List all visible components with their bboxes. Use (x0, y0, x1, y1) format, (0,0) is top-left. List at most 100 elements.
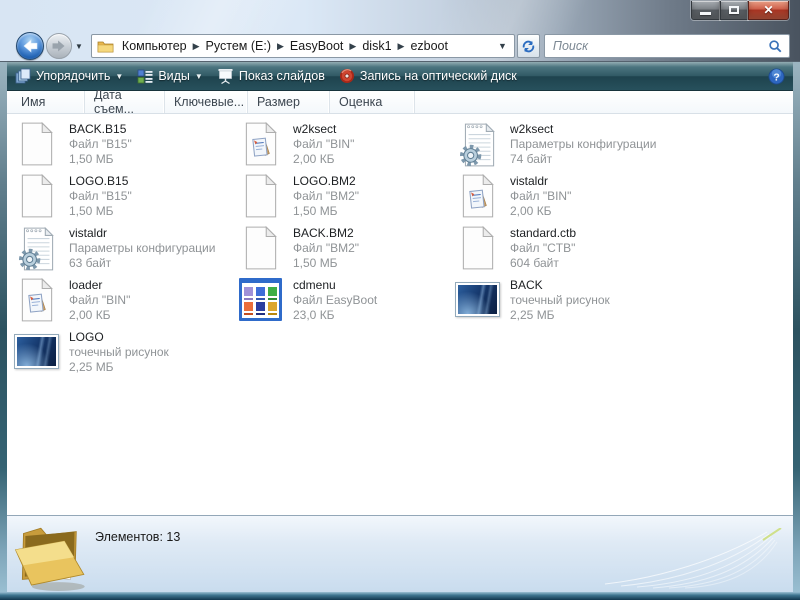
client-area: Упорядочить ▼ Виды ▼ (7, 62, 793, 592)
search-icon[interactable] (768, 39, 783, 54)
file-item[interactable]: w2ksect Параметры конфигурации 74 байт (455, 120, 789, 172)
blank-file-icon (14, 120, 60, 168)
bitmap-thumbnail-icon (455, 276, 501, 324)
help-button[interactable]: ? (768, 68, 785, 85)
file-size: 74 байт (510, 152, 656, 167)
file-size: 2,25 МБ (69, 360, 169, 375)
file-type: Параметры конфигурации (510, 137, 656, 152)
current-folder-icon (9, 514, 97, 594)
breadcrumb-arrow-icon[interactable]: ▶ (397, 41, 406, 52)
file-name: loader (69, 278, 130, 293)
address-breadcrumb-bar[interactable]: Компьютер▶Рустем (E:)▶EasyBoot▶disk1▶ezb… (91, 34, 515, 58)
breadcrumb-arrow-icon[interactable]: ▶ (192, 41, 201, 52)
command-toolbar: Упорядочить ▼ Виды ▼ (7, 62, 793, 91)
close-button[interactable]: ✕ (748, 1, 789, 20)
maximize-button[interactable] (720, 1, 748, 20)
file-name: w2ksect (510, 122, 656, 137)
search-input[interactable] (551, 38, 768, 54)
minimize-button[interactable] (691, 1, 720, 20)
file-item[interactable]: loader Файл "BIN" 2,00 КБ (14, 276, 238, 328)
file-name: standard.ctb (510, 226, 576, 241)
file-list-area[interactable]: BACK.B15 Файл "B15" 1,50 МБ w2ksect Файл… (7, 114, 793, 515)
file-type: точечный рисунок (69, 345, 169, 360)
folder-icon (97, 39, 114, 53)
file-item[interactable]: LOGO.B15 Файл "B15" 1,50 МБ (14, 172, 238, 224)
column-header[interactable]: Имя (7, 91, 85, 113)
file-size: 1,50 МБ (293, 204, 359, 219)
breadcrumb-arrow-icon[interactable]: ▶ (276, 41, 285, 52)
file-item[interactable]: LOGO.BM2 Файл "BM2" 1,50 МБ (238, 172, 455, 224)
file-size: 1,50 МБ (69, 204, 132, 219)
file-type: Файл "B15" (69, 189, 132, 204)
views-dropdown-icon: ▼ (195, 72, 203, 81)
easyboot-file-icon (238, 276, 284, 324)
column-header[interactable]: Оценка (330, 91, 415, 113)
config-file-icon (14, 224, 60, 272)
file-item[interactable]: vistaldr Файл "BIN" 2,00 КБ (455, 172, 789, 224)
breadcrumb: Компьютер▶Рустем (E:)▶EasyBoot▶disk1▶ezb… (117, 37, 453, 55)
details-pane: Элементов: 13 (7, 515, 793, 592)
blank-file-icon (14, 172, 60, 220)
burn-disc-button[interactable]: Запись на оптический диск (339, 68, 517, 84)
file-name: BACK.BM2 (293, 226, 359, 241)
column-header-row: ИмяДата съем...Ключевые...РазмерОценка (7, 91, 793, 114)
file-item[interactable]: w2ksect Файл "BIN" 2,00 КБ (238, 120, 455, 172)
file-type: Файл "BIN" (510, 189, 571, 204)
status-items-count: Элементов: 13 (95, 530, 180, 544)
file-size: 2,00 КБ (293, 152, 354, 167)
search-container (544, 34, 790, 58)
bin-file-icon (455, 172, 501, 220)
file-item[interactable]: BACK.B15 Файл "B15" 1,50 МБ (14, 120, 238, 172)
navigation-bar: ▼ Компьютер▶Рустем (E:)▶EasyBoot▶disk1▶e… (0, 30, 800, 62)
organize-dropdown-icon: ▼ (115, 72, 123, 81)
file-name: vistaldr (510, 174, 571, 189)
file-size: 1,50 МБ (69, 152, 132, 167)
slideshow-button[interactable]: Показ слайдов (217, 68, 325, 84)
file-name: LOGO.BM2 (293, 174, 359, 189)
file-item[interactable]: BACK точечный рисунок 2,25 МБ (455, 276, 789, 328)
file-name: LOGO.B15 (69, 174, 132, 189)
organize-icon (15, 68, 31, 84)
file-type: Файл "B15" (69, 137, 132, 152)
file-type: Файл EasyBoot (293, 293, 377, 308)
blank-file-icon (455, 224, 501, 272)
refresh-button[interactable] (517, 34, 540, 58)
file-size: 1,50 МБ (293, 256, 359, 271)
file-item[interactable]: vistaldr Параметры конфигурации 63 байт (14, 224, 238, 276)
file-name: LOGO (69, 330, 169, 345)
breadcrumb-item[interactable]: Рустем (E:) (201, 37, 276, 55)
breadcrumb-item[interactable]: ezboot (405, 37, 453, 55)
slideshow-icon (217, 68, 234, 84)
breadcrumb-arrow-icon[interactable]: ▶ (348, 41, 357, 52)
back-button[interactable] (16, 32, 44, 60)
slideshow-label: Показ слайдов (239, 69, 325, 83)
organize-button[interactable]: Упорядочить ▼ (15, 68, 123, 84)
file-item[interactable]: BACK.BM2 Файл "BM2" 1,50 МБ (238, 224, 455, 276)
breadcrumb-item[interactable]: disk1 (357, 37, 396, 55)
views-label: Виды (158, 69, 190, 83)
back-arrow-icon (17, 33, 43, 59)
file-item[interactable]: LOGO точечный рисунок 2,25 МБ (14, 328, 238, 380)
column-header[interactable]: Дата съем... (85, 91, 165, 113)
help-icon: ? (768, 68, 785, 85)
burn-disc-icon (339, 68, 355, 84)
breadcrumb-item[interactable]: Компьютер (117, 37, 192, 55)
views-button[interactable]: Виды ▼ (137, 69, 203, 84)
window-bottom-frame (0, 592, 800, 600)
recent-pages-dropdown[interactable]: ▼ (75, 42, 83, 51)
file-item[interactable]: cdmenu Файл EasyBoot 23,0 КБ (238, 276, 455, 328)
file-type: Файл "CTB" (510, 241, 576, 256)
column-header[interactable]: Ключевые... (165, 91, 248, 113)
file-item[interactable]: standard.ctb Файл "CTB" 604 байт (455, 224, 789, 276)
column-header[interactable]: Размер (248, 91, 330, 113)
maximize-icon (729, 6, 739, 14)
address-dropdown-icon[interactable]: ▼ (495, 41, 510, 51)
forward-button[interactable] (46, 33, 72, 59)
blank-file-icon (238, 224, 284, 272)
breadcrumb-item[interactable]: EasyBoot (285, 37, 349, 55)
config-file-icon (455, 120, 501, 168)
burn-disc-label: Запись на оптический диск (360, 69, 517, 83)
file-size: 63 байт (69, 256, 215, 271)
file-type: точечный рисунок (510, 293, 610, 308)
file-size: 604 байт (510, 256, 576, 271)
